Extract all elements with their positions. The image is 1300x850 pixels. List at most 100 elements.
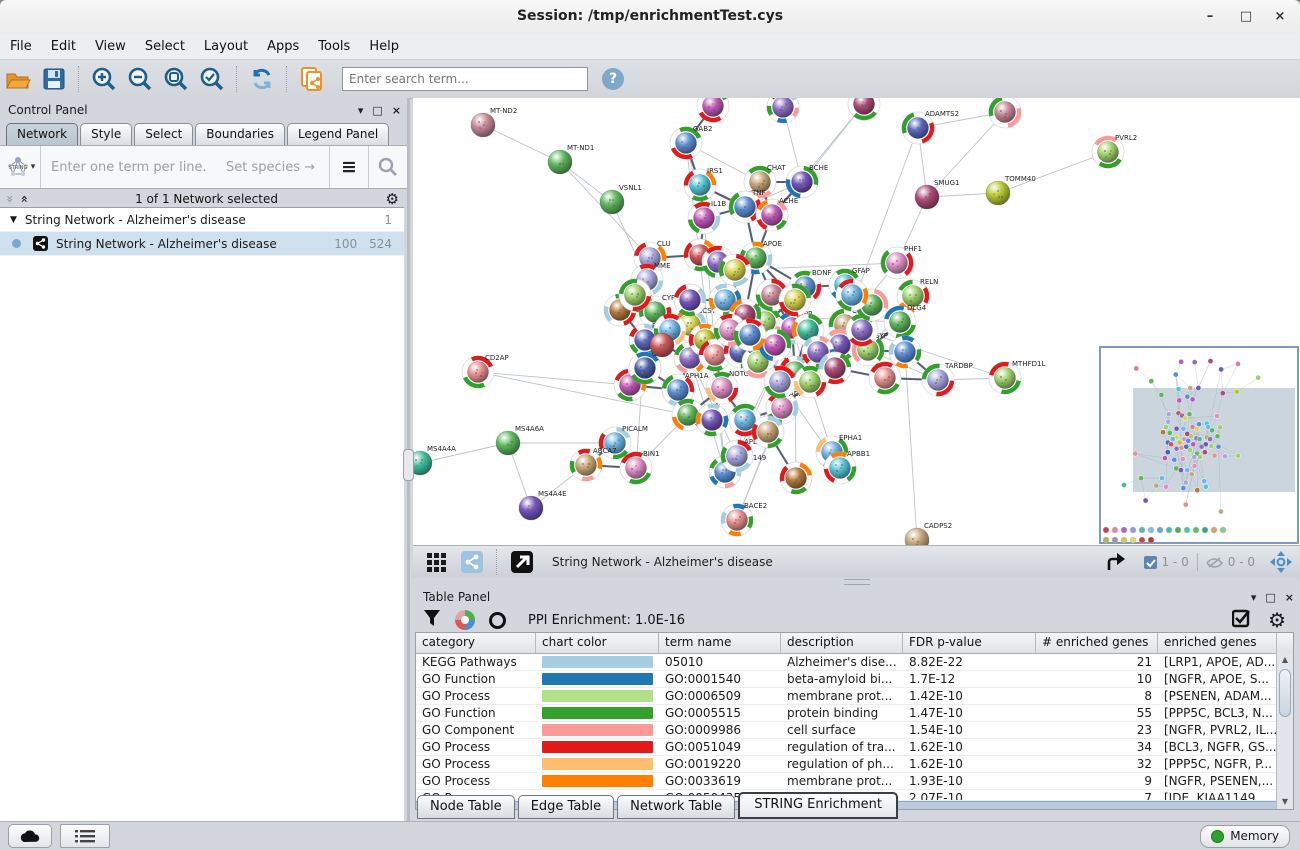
table-vscroll[interactable]: ▲ ▼ [1276, 653, 1293, 809]
scroll-thumb[interactable] [1279, 669, 1291, 717]
export-network-icon[interactable] [1103, 548, 1133, 576]
network-node-abca7[interactable]: ABCA7 [570, 447, 617, 481]
network-node-phf1[interactable]: PHF1 [881, 245, 922, 279]
tab-style[interactable]: Style [80, 123, 132, 145]
network-node[interactable] [836, 279, 868, 311]
table-row[interactable]: GO FunctionGO:0001540beta-amyloid bi...1… [416, 671, 1293, 688]
filter-icon[interactable] [423, 609, 441, 631]
refresh-icon[interactable] [247, 65, 277, 93]
column-header[interactable]: chart color [536, 633, 659, 653]
column-header[interactable]: term name [659, 633, 781, 653]
ring-chart-icon[interactable] [489, 612, 506, 629]
detach-view-icon[interactable] [507, 548, 537, 576]
network-node[interactable] [779, 284, 811, 316]
tab-edge-table[interactable]: Edge Table [518, 795, 614, 819]
maximize-button[interactable]: □ [1238, 9, 1254, 25]
network-node-bace2[interactable]: BACE2 [721, 502, 767, 536]
tab-node-table[interactable]: Node Table [417, 795, 515, 819]
network-node-adamts2[interactable]: ADAMTS2 [902, 110, 959, 144]
network-node-smug1[interactable]: SMUG1 [915, 179, 959, 209]
string-term-input[interactable]: Enter one term per line. Set species → [40, 146, 329, 188]
network-node[interactable] [650, 333, 674, 357]
network-node[interactable] [889, 336, 921, 368]
column-header[interactable]: enriched genes [1158, 633, 1277, 653]
network-node-tomm40[interactable]: TOMM40 [986, 175, 1036, 205]
search-input[interactable] [342, 67, 588, 91]
column-header[interactable]: # enriched genes [1036, 633, 1158, 653]
network-node-cd2ap[interactable]: CD2AP [462, 354, 509, 388]
panel-menu-icon[interactable]: ▾ [1251, 591, 1257, 604]
string-logo-icon[interactable]: STRING ▾ [0, 155, 40, 179]
species-selector[interactable]: Set species → [226, 160, 315, 175]
tab-string-enrichment[interactable]: STRING Enrichment [738, 792, 898, 819]
title-bar[interactable]: Session: /tmp/enrichmentTest.cys – □ × [0, 0, 1300, 35]
overview-inset[interactable] [1100, 347, 1298, 543]
network-node-apbb1[interactable]: APBB1 [824, 450, 870, 484]
network-node-mthfd1l[interactable]: MTHFD1L [989, 360, 1045, 394]
network-node[interactable] [764, 366, 796, 398]
menu-select[interactable]: Select [145, 39, 185, 54]
table-row[interactable]: GO ProcessGO:0033619membrane prot...1.93… [416, 773, 1293, 790]
scroll-up-arrow[interactable]: ▲ [1277, 653, 1293, 667]
network-node[interactable] [848, 98, 880, 120]
select-columns-icon[interactable] [1232, 608, 1252, 632]
help-icon[interactable]: ? [602, 68, 624, 90]
network-node-vsnl1[interactable]: VSNL1 [600, 184, 642, 214]
collapse-all-icon[interactable]: » [3, 195, 17, 203]
tab-select[interactable]: Select [134, 123, 193, 145]
network-node-pvrl2[interactable]: PVRL2 [1092, 134, 1137, 168]
network-node[interactable] [989, 98, 1021, 128]
network-tree-row[interactable]: ▼String Network - Alzheimer's disease1 [0, 208, 404, 232]
menu-view[interactable]: View [95, 39, 126, 54]
menu-edit[interactable]: Edit [51, 39, 76, 54]
network-node-mt-nd1[interactable]: MT-ND1 [548, 144, 594, 174]
tab-network-table[interactable]: Network Table [617, 795, 735, 819]
network-tree-row[interactable]: String Network - Alzheimer's disease1005… [0, 232, 404, 256]
menu-layout[interactable]: Layout [204, 39, 248, 54]
open-session-icon[interactable] [3, 65, 33, 93]
network-node-mt-nd2[interactable]: MT-ND2 [471, 107, 517, 137]
expand-all-icon[interactable]: » [17, 195, 31, 203]
panel-close-icon[interactable]: × [1285, 591, 1294, 604]
panel-float-icon[interactable]: □ [372, 104, 382, 117]
network-options-gear-icon[interactable]: ⚙ [386, 190, 399, 208]
network-node-dlg4[interactable]: DLG4 [884, 304, 927, 338]
table-settings-gear-icon[interactable]: ⚙ [1268, 608, 1286, 632]
table-row[interactable]: GO ProcessGO:0051049regulation of tra...… [416, 739, 1293, 756]
network-node[interactable] [674, 284, 706, 316]
column-header[interactable]: category [416, 633, 536, 653]
network-node[interactable] [734, 319, 766, 351]
zoom-fit-icon[interactable] [161, 65, 191, 93]
scroll-down-arrow[interactable]: ▼ [1277, 795, 1293, 809]
zoom-in-icon[interactable] [89, 65, 119, 93]
share-view-icon[interactable] [457, 548, 487, 576]
network-node[interactable] [619, 279, 651, 311]
network-node[interactable] [697, 98, 729, 122]
string-search-icon[interactable] [368, 146, 407, 188]
pie-chart-icon[interactable] [455, 610, 475, 630]
network-node-ms4a6a[interactable]: MS4A6A [496, 425, 544, 455]
close-button[interactable]: × [1272, 9, 1288, 25]
network-node[interactable] [752, 416, 784, 448]
tab-boundaries[interactable]: Boundaries [195, 123, 285, 145]
table-row[interactable]: KEGG Pathways05010Alzheimer's dise...8.8… [416, 654, 1293, 671]
table-row[interactable]: GO ComponentGO:0009986cell surface1.54E-… [416, 722, 1293, 739]
cloud-button[interactable] [8, 824, 52, 848]
network-node[interactable] [767, 98, 799, 123]
splitter-grip[interactable] [403, 449, 414, 481]
column-header[interactable]: FDR p-value [903, 633, 1036, 653]
grid-view-icon[interactable] [421, 548, 451, 576]
horizontal-splitter[interactable] [413, 577, 1300, 585]
minimize-button[interactable]: – [1202, 9, 1218, 25]
zoom-selected-icon[interactable] [197, 65, 227, 93]
menu-file[interactable]: File [10, 39, 32, 54]
zoom-out-icon[interactable] [125, 65, 155, 93]
menu-tools[interactable]: Tools [318, 39, 350, 54]
table-row[interactable]: GO FunctionGO:0005515protein binding1.47… [416, 705, 1293, 722]
memory-button[interactable]: Memory [1200, 825, 1290, 848]
network-node[interactable] [819, 352, 851, 384]
column-header[interactable]: description [781, 633, 903, 653]
network-node-bche[interactable]: BCHE [786, 164, 828, 198]
network-node[interactable] [869, 362, 901, 394]
expander-icon[interactable]: ▼ [10, 215, 17, 225]
